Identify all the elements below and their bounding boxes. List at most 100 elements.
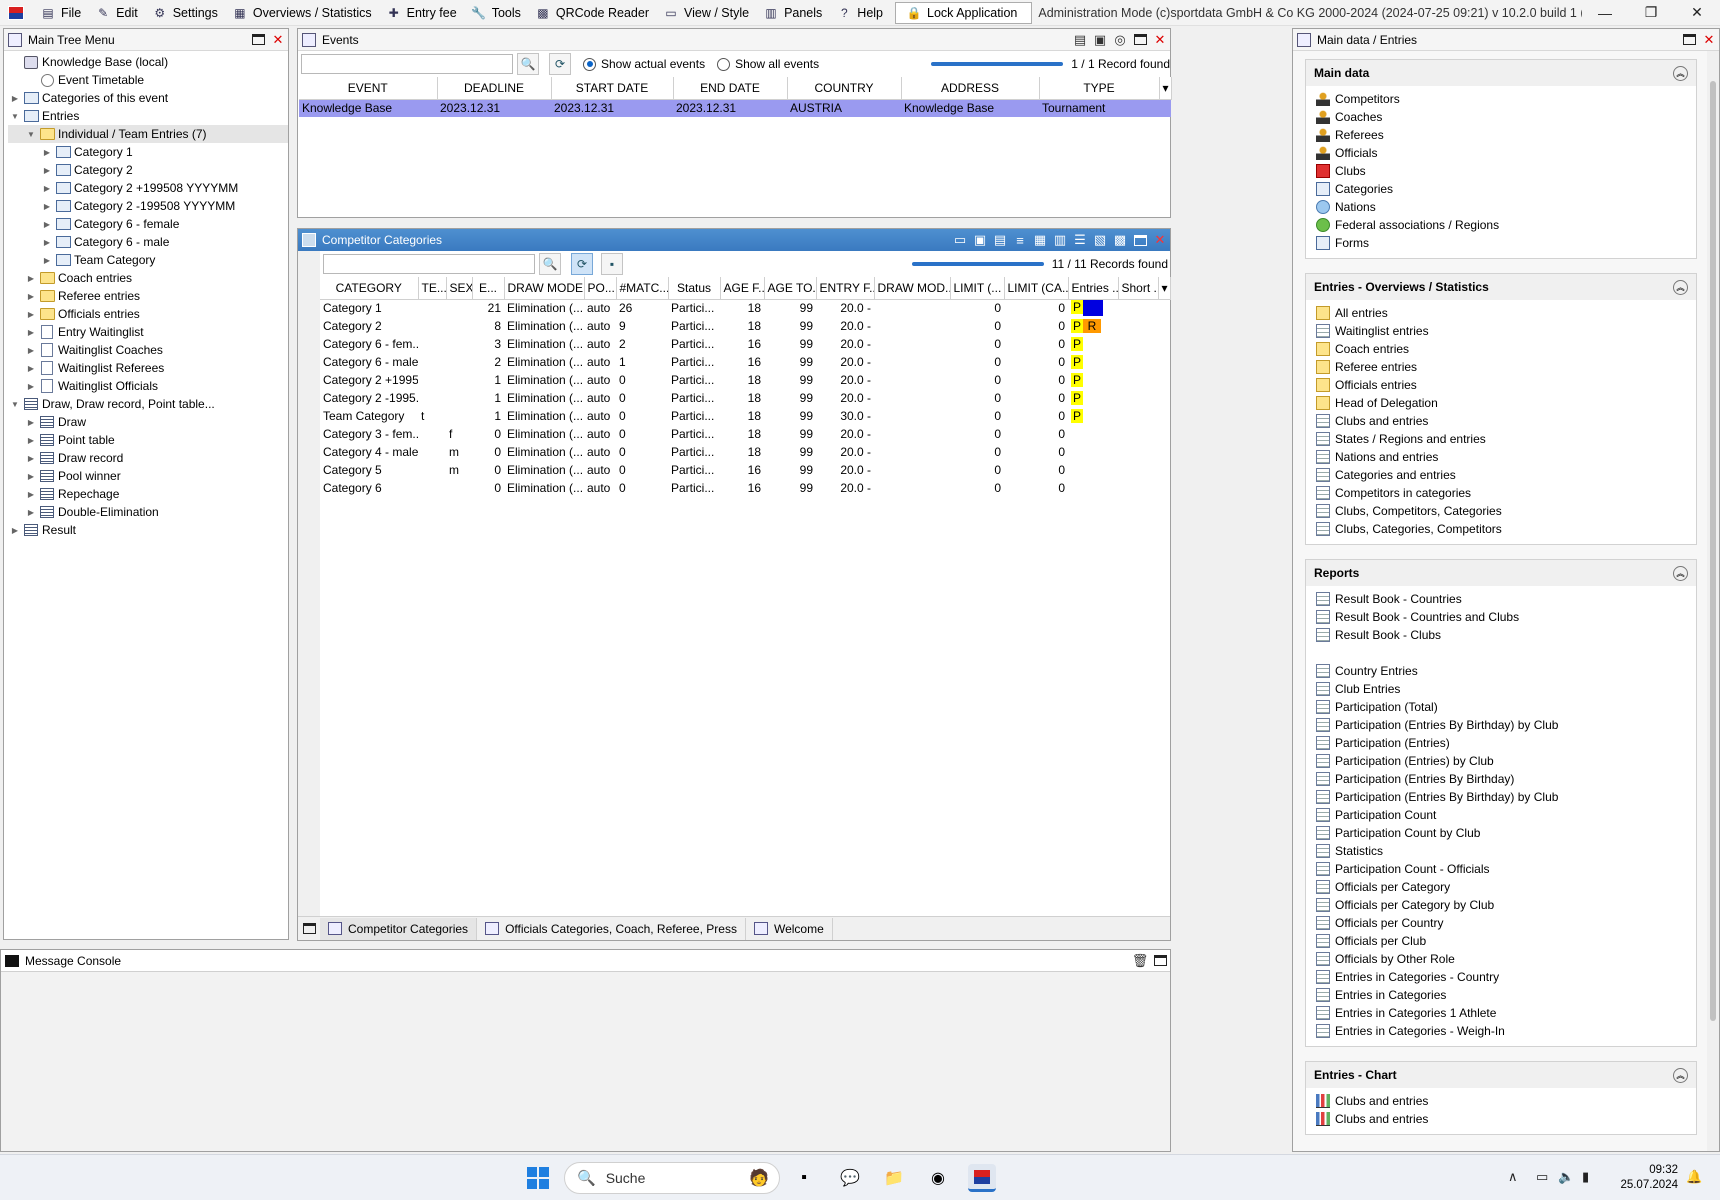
table-row[interactable]: Category 2 -1995... 1 Elimination (... auto… — [320, 389, 1170, 407]
collapse-chevron-icon[interactable]: ︽ — [1673, 565, 1688, 581]
section-item[interactable]: Categories and entries — [1316, 466, 1696, 484]
column-header[interactable]: Status — [668, 277, 721, 300]
column-header[interactable]: TE... — [418, 277, 447, 300]
volume-icon[interactable]: 🔈 — [1558, 1169, 1574, 1185]
section-item[interactable]: Clubs — [1316, 162, 1696, 180]
column-header[interactable]: DEADLINE — [437, 77, 552, 100]
expand-arrow-icon[interactable]: ▶ — [24, 274, 38, 283]
maximize-panel-button[interactable] — [1130, 230, 1150, 250]
section-header[interactable]: Entries - Overviews / Statistics ︽ — [1306, 274, 1696, 300]
menu-tools[interactable]: 🔧 Tools — [465, 1, 529, 25]
section-item[interactable]: Officials — [1316, 144, 1696, 162]
toolbar-button-2[interactable]: ▣ — [970, 230, 990, 250]
table-row[interactable]: Category 4 - male m 0 Elimination (... auto 0… — [320, 443, 1170, 461]
section-item[interactable]: Clubs and entries — [1316, 412, 1696, 430]
report-item[interactable]: Entries in Categories - Weigh-In — [1316, 1022, 1696, 1040]
tree-item[interactable]: ▶ Categories of this event — [8, 89, 288, 107]
expand-arrow-icon[interactable]: ▶ — [24, 310, 38, 319]
report-item[interactable]: Officials per Category by Club — [1316, 896, 1696, 914]
table-row[interactable]: Category 3 - fem... f 0 Elimination (... aut… — [320, 425, 1170, 443]
column-chooser-icon[interactable]: ▾ — [1158, 277, 1171, 300]
column-header[interactable]: Short ... — [1118, 277, 1159, 300]
expand-arrow-icon[interactable]: ▶ — [24, 364, 38, 373]
chevron-up-icon[interactable]: ∧ — [1508, 1169, 1518, 1185]
report-item[interactable]: Officials per Category — [1316, 878, 1696, 896]
tree-item[interactable]: ▶ Double-Elimination — [8, 503, 288, 521]
expand-arrow-icon[interactable]: ▶ — [24, 436, 38, 445]
menu-file[interactable]: ▤ File — [34, 1, 89, 25]
report-item[interactable]: Participation (Entries By Birthday) by C… — [1316, 788, 1696, 806]
report-item[interactable]: Club Entries — [1316, 680, 1696, 698]
section-item[interactable]: Officials entries — [1316, 376, 1696, 394]
expand-arrow-icon[interactable]: ▶ — [24, 508, 38, 517]
minimize-button[interactable]: — — [1582, 0, 1628, 26]
search-button[interactable]: 🔍 — [517, 53, 539, 75]
section-item[interactable]: Coach entries — [1316, 340, 1696, 358]
report-item[interactable]: Officials per Country — [1316, 914, 1696, 932]
column-header[interactable]: COUNTRY — [787, 77, 902, 100]
tree-item[interactable]: ▶ Officials entries — [8, 305, 288, 323]
column-header[interactable]: Entries ... — [1068, 277, 1119, 300]
toolbar-button-4[interactable]: ≡ — [1010, 230, 1030, 250]
table-row[interactable]: Category 6 - male 2 Elimination (... auto 1 P… — [320, 353, 1170, 371]
tab-competitor-categories[interactable]: Competitor Categories — [320, 917, 478, 940]
expand-arrow-icon[interactable]: ▶ — [24, 490, 38, 499]
expand-arrow-icon[interactable]: ▶ — [8, 526, 22, 535]
battery-icon[interactable]: ▮ — [1582, 1169, 1589, 1185]
tree-item[interactable]: ▶ Waitinglist Coaches — [8, 341, 288, 359]
close-panel-button[interactable]: ✕ — [1699, 30, 1719, 50]
expand-arrow-icon[interactable]: ▶ — [8, 94, 22, 103]
table-row[interactable]: Knowledge Base 2023.12.31 2023.12.31 2023.1… — [299, 99, 1171, 117]
report-item[interactable]: Participation (Total) — [1316, 698, 1696, 716]
section-item[interactable]: States / Regions and entries — [1316, 430, 1696, 448]
expand-arrow-icon[interactable]: ▶ — [24, 382, 38, 391]
tree-item[interactable]: ▶ Point table — [8, 431, 288, 449]
tree-item[interactable]: ▶ Coach entries — [8, 269, 288, 287]
chrome-icon[interactable]: ◉ — [924, 1164, 952, 1192]
section-item[interactable]: Head of Delegation — [1316, 394, 1696, 412]
table-row[interactable]: Team Category t 1 Elimination (... auto 0 Part… — [320, 407, 1170, 425]
tree-item[interactable]: ▶ Result — [8, 521, 288, 539]
search-button[interactable]: 🔍 — [539, 253, 561, 275]
expand-arrow-icon[interactable]: ▶ — [24, 454, 38, 463]
save-button[interactable]: ▪ — [601, 253, 623, 275]
expand-arrow-icon[interactable]: ▶ — [40, 220, 54, 229]
column-header[interactable]: EVENT — [299, 77, 438, 100]
collapse-chevron-icon[interactable]: ︽ — [1673, 1067, 1688, 1083]
toolbar-button-8[interactable]: ▧ — [1090, 230, 1110, 250]
report-item[interactable]: Entries in Categories 1 Athlete — [1316, 1004, 1696, 1022]
tree-item[interactable]: Knowledge Base (local) — [8, 53, 288, 71]
events-search-input[interactable] — [301, 54, 513, 74]
column-header[interactable]: CATEGORY — [320, 277, 419, 300]
toolbar-button-5[interactable]: ▦ — [1030, 230, 1050, 250]
section-item[interactable]: Categories — [1316, 180, 1696, 198]
refresh-button[interactable]: ⟳ — [571, 253, 593, 275]
tab-welcome[interactable]: Welcome — [746, 917, 833, 940]
teams-chat-icon[interactable]: 💬 — [836, 1164, 864, 1192]
close-panel-button[interactable]: ✕ — [1150, 230, 1170, 250]
tree-item[interactable]: ▶ Referee entries — [8, 287, 288, 305]
report-item[interactable]: Participation (Entries By Birthday) — [1316, 770, 1696, 788]
taskbar-search-box[interactable]: 🔍 Suche 🧑 — [564, 1162, 780, 1194]
expand-arrow-icon[interactable]: ▶ — [40, 166, 54, 175]
vertical-scrollbar[interactable] — [1707, 51, 1719, 1151]
section-header[interactable]: Entries - Chart ︽ — [1306, 1062, 1696, 1088]
column-header[interactable]: AGE F... — [720, 277, 765, 300]
network-icon[interactable]: ▭ — [1536, 1169, 1548, 1185]
section-header[interactable]: Reports ︽ — [1306, 560, 1696, 586]
report-item[interactable]: Entries in Categories - Country — [1316, 968, 1696, 986]
menu-edit[interactable]: ✎ Edit — [89, 1, 146, 25]
report-item[interactable]: Result Book - Countries — [1316, 590, 1696, 608]
notification-bell-icon[interactable]: 🔔 — [1686, 1169, 1702, 1185]
column-header[interactable]: START DATE — [551, 77, 674, 100]
section-item[interactable]: Nations — [1316, 198, 1696, 216]
report-item[interactable]: Participation Count by Club — [1316, 824, 1696, 842]
report-item[interactable]: Participation Count - Officials — [1316, 860, 1696, 878]
column-header[interactable]: AGE TO... — [764, 277, 817, 300]
toolbar-button-1[interactable]: ▭ — [950, 230, 970, 250]
section-item[interactable]: Competitors — [1316, 90, 1696, 108]
section-item[interactable]: Waitinglist entries — [1316, 322, 1696, 340]
categories-search-input[interactable] — [323, 254, 535, 274]
report-item[interactable]: Participation Count — [1316, 806, 1696, 824]
tree-item[interactable]: ▼ Draw, Draw record, Point table... — [8, 395, 288, 413]
